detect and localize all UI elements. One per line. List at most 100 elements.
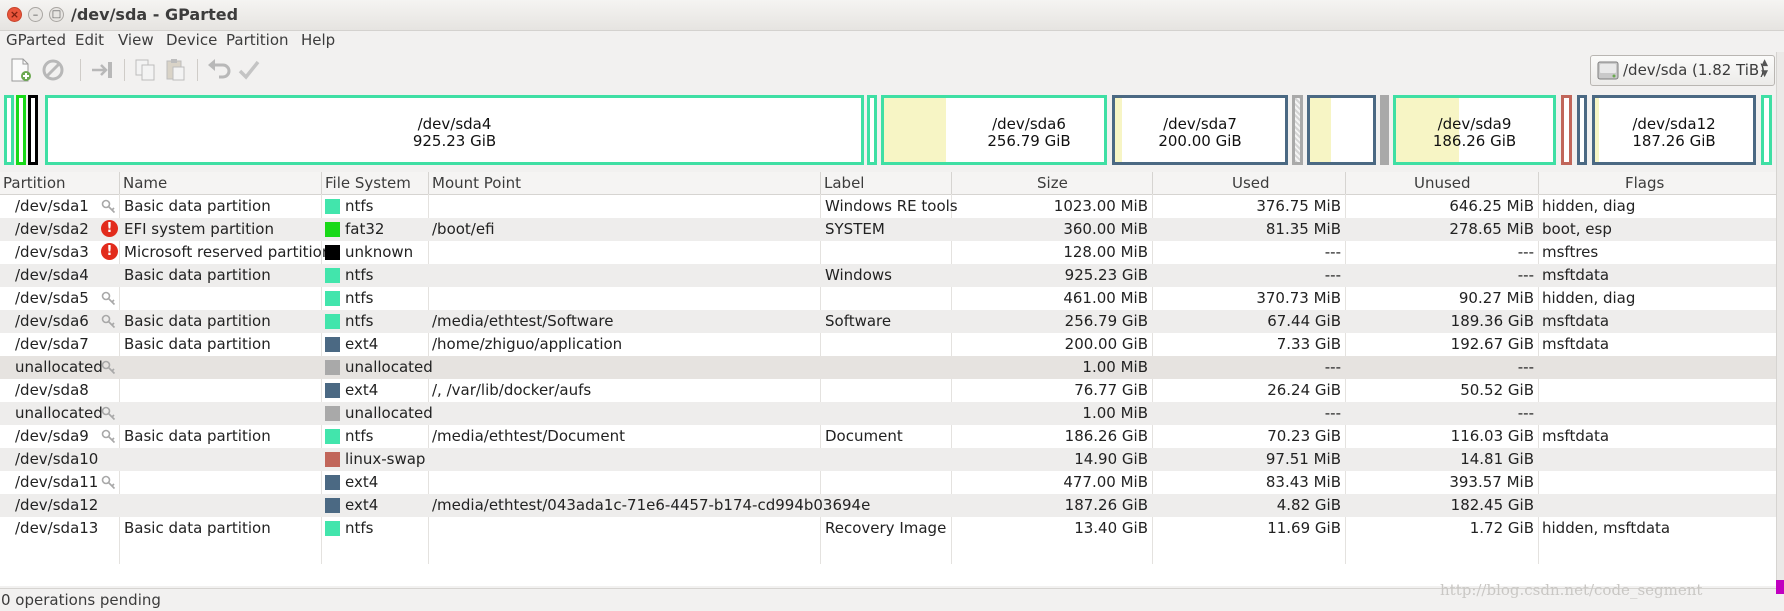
cell-partition: /dev/sda13 xyxy=(15,519,99,537)
new-icon[interactable] xyxy=(7,57,33,83)
cell-unused: --- xyxy=(1517,266,1534,284)
graph-partition-sda2[interactable] xyxy=(16,95,26,165)
table-row[interactable]: /dev/sda1 Basic data partition ntfs Windows… xyxy=(0,195,1776,218)
graph-partition-sda8[interactable] xyxy=(1307,95,1376,165)
resize-move-icon[interactable] xyxy=(89,57,115,83)
table-row[interactable]: unallocated unallocated 1.00 MiB --- --- xyxy=(0,402,1776,425)
mounted-key-icon xyxy=(101,429,116,444)
column-header-label[interactable]: Label xyxy=(824,174,864,192)
graph-partition-size: 925.23 GiB xyxy=(412,132,497,150)
table-row[interactable]: unallocated unallocated 1.00 MiB --- --- xyxy=(0,356,1776,379)
table-row[interactable]: /dev/sda12 ext4/media/ethtest/043ada1c-71… xyxy=(0,494,1776,517)
undo-icon[interactable] xyxy=(206,57,232,83)
fs-color-swatch xyxy=(325,406,340,421)
copy-icon[interactable] xyxy=(132,57,158,83)
column-header-partition[interactable]: Partition xyxy=(3,174,66,192)
graph-unallocated[interactable] xyxy=(1380,95,1389,165)
cell-unused: 189.36 GiB xyxy=(1450,312,1534,330)
minimize-button[interactable]: – xyxy=(28,7,43,22)
cell-mount-point: /home/zhiguo/application xyxy=(432,335,623,353)
graph-unallocated[interactable] xyxy=(1292,95,1303,165)
close-button[interactable]: × xyxy=(7,7,22,22)
table-row[interactable]: /dev/sda9 Basic data partition ntfs/media/… xyxy=(0,425,1776,448)
graph-partition-sda10[interactable] xyxy=(1561,95,1572,165)
cell-unused: --- xyxy=(1517,358,1534,376)
cell-unused: 1.72 GiB xyxy=(1469,519,1534,537)
table-row[interactable]: /dev/sda2 EFI system partition fat32/boot/… xyxy=(0,218,1776,241)
status-text: 0 operations pending xyxy=(1,591,161,609)
cell-flags: msftdata xyxy=(1542,335,1610,353)
cell-mount-point: /media/ethtest/Software xyxy=(432,312,614,330)
table-row[interactable]: /dev/sda6 Basic data partition ntfs/media/… xyxy=(0,310,1776,333)
cell-unused: 182.45 GiB xyxy=(1450,496,1534,514)
table-row[interactable]: /dev/sda5 ntfs 461.00 MiB 370.73 MiB 90.27 M… xyxy=(0,287,1776,310)
table-row[interactable]: /dev/sda7 Basic data partition ext4/home/z… xyxy=(0,333,1776,356)
column-header-unused[interactable]: Unused xyxy=(1414,174,1471,192)
graph-partition-size: 187.26 GiB xyxy=(1632,132,1716,150)
menu-edit[interactable]: Edit xyxy=(75,31,104,49)
cell-mount-point: /media/ethtest/043ada1c-71e6-4457-b174-c… xyxy=(432,496,871,514)
paste-icon[interactable] xyxy=(162,57,188,83)
graph-partition-sda9[interactable]: /dev/sda9 186.26 GiB xyxy=(1393,95,1556,165)
graph-partition-name: /dev/sda9 xyxy=(1437,115,1512,133)
cell-used: 376.75 MiB xyxy=(1256,197,1341,215)
cell-used: 11.69 GiB xyxy=(1267,519,1341,537)
graph-partition-sda12[interactable]: /dev/sda12 187.26 GiB xyxy=(1592,95,1756,165)
cell-mount-point: /boot/efi xyxy=(432,220,495,238)
cell-partition: /dev/sda12 xyxy=(15,496,99,514)
table-row[interactable]: /dev/sda11 ext4 477.00 MiB 83.43 MiB 393.57 … xyxy=(0,471,1776,494)
fs-color-swatch xyxy=(325,360,340,375)
table-row[interactable]: /dev/sda3 Microsoft reserved partition unk… xyxy=(0,241,1776,264)
cell-size: 187.26 GiB xyxy=(1064,496,1148,514)
graph-partition-sda3[interactable] xyxy=(28,95,38,165)
menu-partition[interactable]: Partition xyxy=(226,31,289,49)
column-header-mount-point[interactable]: Mount Point xyxy=(432,174,521,192)
column-header-used[interactable]: Used xyxy=(1232,174,1270,192)
fs-color-swatch xyxy=(325,222,340,237)
column-divider xyxy=(321,172,322,194)
table-row[interactable]: /dev/sda4 Basic data partition ntfs Windows… xyxy=(0,264,1776,287)
maximize-button[interactable]: □ xyxy=(49,7,64,22)
cell-partition: /dev/sda6 xyxy=(15,312,89,330)
graph-partition-sda13[interactable] xyxy=(1761,95,1772,165)
column-divider xyxy=(951,172,952,194)
column-header-name[interactable]: Name xyxy=(123,174,167,192)
fs-color-swatch xyxy=(325,268,340,283)
cell-size: 186.26 GiB xyxy=(1064,427,1148,445)
harddisk-icon xyxy=(1597,61,1619,80)
cell-file-system: linux-swap xyxy=(345,450,426,468)
graph-partition-sda4[interactable]: /dev/sda4 925.23 GiB xyxy=(45,95,864,165)
table-row[interactable]: /dev/sda13 Basic data partition ntfs Recove… xyxy=(0,517,1776,540)
cell-used: 97.51 MiB xyxy=(1265,450,1341,468)
cell-partition: /dev/sda7 xyxy=(15,335,89,353)
delete-icon[interactable] xyxy=(40,57,66,83)
cell-partition: /dev/sda9 xyxy=(15,427,89,445)
menu-help[interactable]: Help xyxy=(301,31,335,49)
cell-used: 81.35 MiB xyxy=(1265,220,1341,238)
apply-icon[interactable] xyxy=(236,57,262,83)
graph-partition-sda5[interactable] xyxy=(867,95,877,165)
column-header-file-system[interactable]: File System xyxy=(325,174,411,192)
cell-name: Basic data partition xyxy=(124,312,271,330)
cell-partition: /dev/sda4 xyxy=(15,266,89,284)
graph-partition-sda1[interactable] xyxy=(4,95,14,165)
column-header-flags[interactable]: Flags xyxy=(1625,174,1664,192)
column-header-size[interactable]: Size xyxy=(1037,174,1068,192)
cell-size: 477.00 MiB xyxy=(1063,473,1148,491)
device-selector[interactable]: /dev/sda (1.82 TiB) ▲ ▼ xyxy=(1590,55,1775,86)
title-bar: × – □ /dev/sda - GParted xyxy=(0,0,1784,31)
graph-partition-sda7[interactable]: /dev/sda7 200.00 GiB xyxy=(1112,95,1288,165)
menu-view[interactable]: View xyxy=(118,31,154,49)
menu-device[interactable]: Device xyxy=(166,31,217,49)
graph-partition-sda11[interactable] xyxy=(1577,95,1587,165)
fs-color-swatch xyxy=(325,337,340,352)
cell-name: Basic data partition xyxy=(124,266,271,284)
menu-gparted[interactable]: GParted xyxy=(6,31,66,49)
graph-partition-sda6[interactable]: /dev/sda6 256.79 GiB xyxy=(881,95,1107,165)
table-row[interactable]: /dev/sda10 linux-swap 14.90 GiB 97.51 MiB 14… xyxy=(0,448,1776,471)
cell-partition: /dev/sda3 xyxy=(15,243,89,261)
cell-label: Recovery Image xyxy=(825,519,947,537)
table-row[interactable]: /dev/sda8 ext4 /, /var/lib/docker/aufs 76.7… xyxy=(0,379,1776,402)
cell-used: 70.23 GiB xyxy=(1267,427,1341,445)
cell-partition: /dev/sda8 xyxy=(15,381,89,399)
